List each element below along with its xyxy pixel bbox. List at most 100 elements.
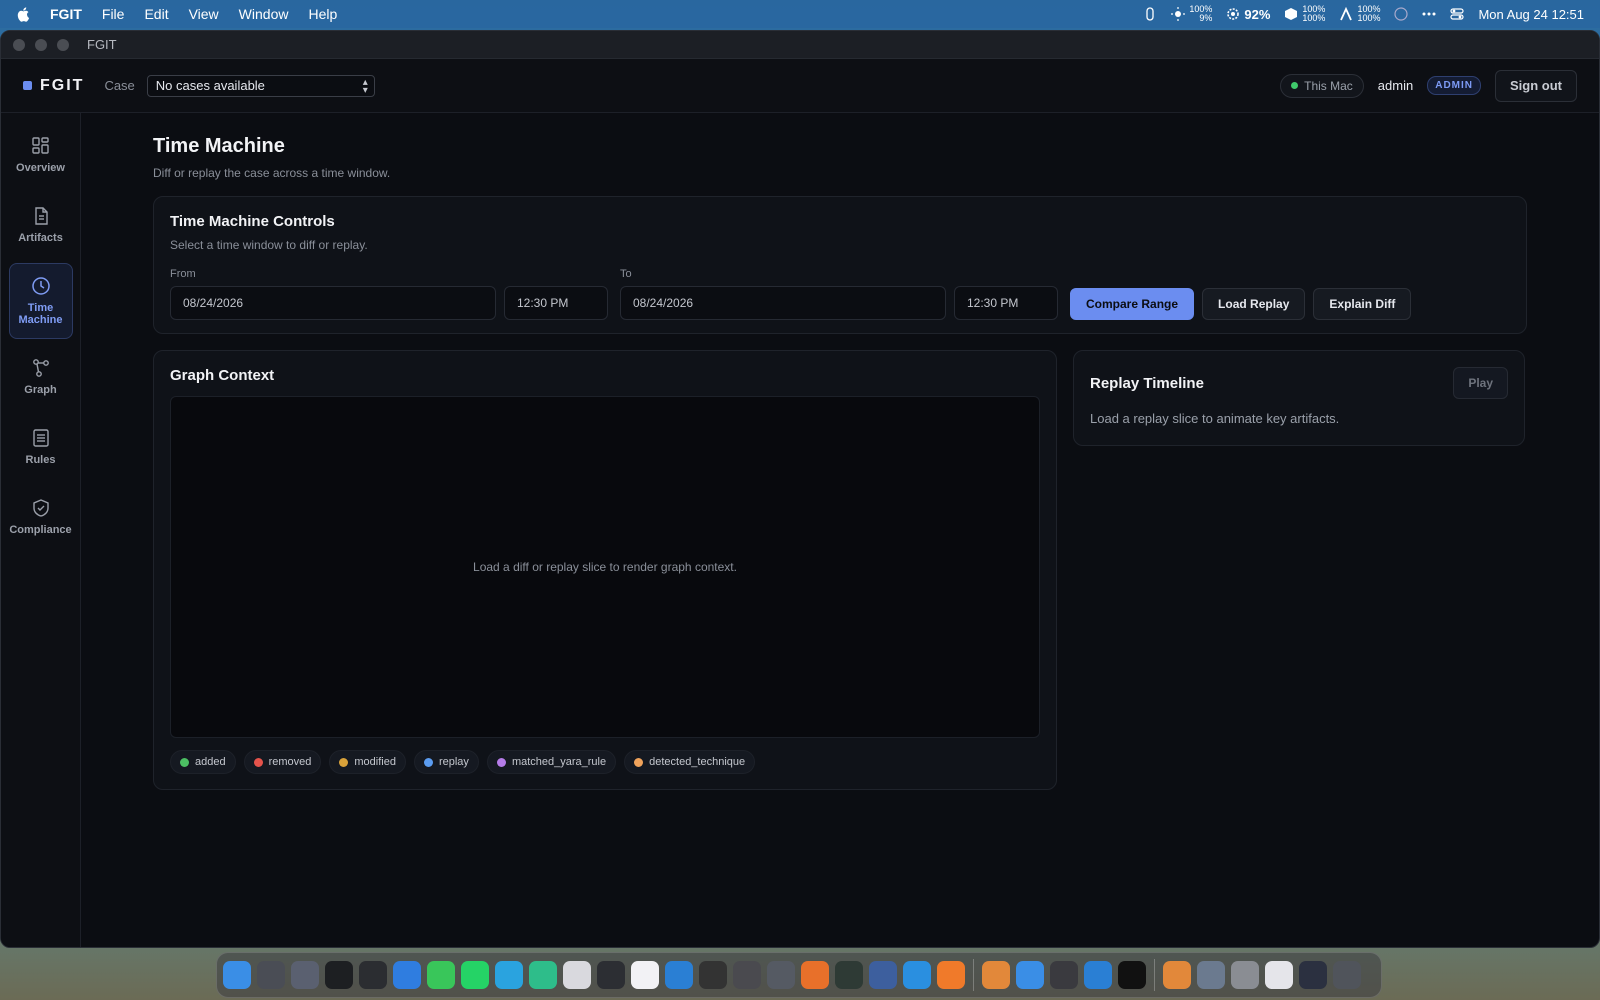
mail-icon[interactable] bbox=[393, 961, 421, 989]
safari-icon[interactable] bbox=[1016, 961, 1044, 989]
editor-icon[interactable] bbox=[699, 961, 727, 989]
text-app-icon[interactable] bbox=[597, 961, 625, 989]
finder-icon[interactable] bbox=[223, 961, 251, 989]
trash-icon[interactable] bbox=[1333, 961, 1361, 989]
to-date-input[interactable]: 08/24/2026 bbox=[620, 286, 946, 320]
status-b-bottom: 100% bbox=[1302, 13, 1326, 23]
photo-folder-icon[interactable] bbox=[1197, 961, 1225, 989]
menu-app-name[interactable]: FGIT bbox=[50, 6, 82, 22]
files-icon[interactable] bbox=[291, 961, 319, 989]
menu-edit[interactable]: Edit bbox=[144, 6, 168, 22]
dock bbox=[216, 952, 1382, 998]
vscode-icon[interactable] bbox=[665, 961, 693, 989]
case-label: Case bbox=[104, 78, 135, 93]
status-group-b[interactable]: 100% 100% bbox=[1284, 5, 1325, 23]
telegram-icon[interactable] bbox=[495, 961, 523, 989]
minimize-window-button[interactable] bbox=[35, 38, 47, 51]
from-date-input[interactable]: 08/24/2026 bbox=[170, 286, 496, 320]
added-dot-icon bbox=[180, 757, 189, 767]
menu-help[interactable]: Help bbox=[308, 6, 337, 22]
sidebar-nav: Overview Artifacts Time Machine Graph Ru… bbox=[1, 113, 81, 947]
audio-app-icon[interactable] bbox=[1163, 961, 1191, 989]
yara-dot-icon bbox=[496, 757, 506, 767]
whatsapp-icon[interactable] bbox=[461, 961, 489, 989]
screenshot-folder-icon[interactable] bbox=[1299, 961, 1327, 989]
from-label: From bbox=[170, 268, 196, 280]
cat-app-icon[interactable] bbox=[835, 961, 863, 989]
paperclip-icon[interactable] bbox=[1143, 7, 1157, 21]
status-group-c[interactable]: 100% 100% bbox=[1339, 5, 1380, 23]
app-header: FGIT Case No cases available ▴ ▾ This Mac… bbox=[1, 59, 1599, 113]
play-button[interactable]: Play bbox=[1453, 367, 1508, 399]
graph-canvas[interactable]: Load a diff or replay slice to render gr… bbox=[170, 396, 1040, 738]
close-window-button[interactable] bbox=[13, 38, 25, 51]
circle-badge-icon[interactable] bbox=[1394, 7, 1409, 21]
case-select[interactable]: No cases available ▴ ▾ bbox=[146, 74, 375, 97]
sidebar-item-overview[interactable]: Overview bbox=[9, 123, 73, 187]
dark-app-icon[interactable] bbox=[1118, 961, 1146, 989]
replay-dot-icon bbox=[423, 757, 433, 767]
zoom-app-icon[interactable] bbox=[1084, 961, 1112, 989]
battery-group[interactable]: 92% bbox=[1226, 7, 1270, 22]
brand-square-icon bbox=[23, 81, 32, 90]
legend-chip-replay: replay bbox=[413, 750, 479, 774]
menu-view[interactable]: View bbox=[189, 6, 219, 22]
apple-icon[interactable] bbox=[16, 6, 32, 22]
firefox-dev-icon[interactable] bbox=[937, 961, 965, 989]
menu-window[interactable]: Window bbox=[239, 6, 289, 22]
arc-icon bbox=[1340, 7, 1353, 21]
sidebar-item-compliance[interactable]: Compliance bbox=[9, 485, 73, 549]
menubar-clock[interactable]: Mon Aug 24 12:51 bbox=[1478, 7, 1584, 22]
controls-subtitle: Select a time window to diff or replay. bbox=[170, 238, 368, 252]
refresh-app-icon[interactable] bbox=[903, 961, 931, 989]
db-app-icon[interactable] bbox=[767, 961, 795, 989]
keyboard-folder-icon[interactable] bbox=[1231, 961, 1259, 989]
control-center-icon[interactable] bbox=[1450, 7, 1465, 21]
camera-app-icon[interactable] bbox=[1050, 961, 1078, 989]
firefox-icon[interactable] bbox=[801, 961, 829, 989]
sync-app-icon[interactable] bbox=[529, 961, 557, 989]
calendar-icon[interactable] bbox=[359, 961, 387, 989]
host-name: This Mac bbox=[1304, 78, 1353, 93]
cube-icon bbox=[1285, 8, 1298, 20]
from-time-input[interactable]: 12:30 PM bbox=[504, 286, 608, 320]
page-title: Time Machine bbox=[153, 135, 285, 157]
launchpad-icon[interactable] bbox=[257, 961, 285, 989]
box-app-icon[interactable] bbox=[733, 961, 761, 989]
legend-label: matched_yara_rule bbox=[511, 756, 607, 768]
document-folder-icon[interactable] bbox=[1265, 961, 1293, 989]
menu-file[interactable]: File bbox=[102, 6, 125, 22]
sun-icon bbox=[1171, 7, 1186, 21]
legend-label: added bbox=[195, 756, 226, 768]
status-group-a[interactable]: 100% 9% bbox=[1171, 5, 1212, 23]
app-window: FGIT FGIT Case No cases available ▴ ▾ Thi… bbox=[0, 30, 1600, 948]
zoom-window-button[interactable] bbox=[57, 38, 69, 51]
compare-range-button[interactable]: Compare Range bbox=[1070, 288, 1195, 320]
sidebar-item-label: Time Machine bbox=[18, 302, 63, 326]
terminal-icon[interactable] bbox=[325, 961, 353, 989]
window-titlebar: FGIT bbox=[1, 31, 1599, 59]
podcast-app-icon[interactable] bbox=[982, 961, 1010, 989]
arc-app-icon[interactable] bbox=[631, 961, 659, 989]
messages-icon[interactable] bbox=[427, 961, 455, 989]
case-select-value: No cases available bbox=[155, 78, 265, 93]
technique-dot-icon bbox=[634, 757, 644, 767]
sign-out-button[interactable]: Sign out bbox=[1495, 69, 1577, 102]
legend-chip-matched-yara-rule: matched_yara_rule bbox=[486, 750, 617, 774]
sidebar-item-artifacts[interactable]: Artifacts bbox=[9, 193, 73, 257]
status-a-bottom: 9% bbox=[1199, 13, 1213, 23]
sidebar-item-rules[interactable]: Rules bbox=[9, 415, 73, 479]
legend-chip-removed: removed bbox=[243, 750, 322, 774]
user-name: admin bbox=[1377, 78, 1414, 93]
dock-separator bbox=[973, 959, 974, 991]
explain-diff-button[interactable]: Explain Diff bbox=[1313, 288, 1412, 320]
more-icon[interactable] bbox=[1422, 7, 1436, 21]
sidebar-item-graph[interactable]: Graph bbox=[9, 345, 73, 409]
cloud-app-icon[interactable] bbox=[563, 961, 591, 989]
sidebar-item-time-machine[interactable]: Time Machine bbox=[8, 263, 73, 339]
graph-context-card: Graph Context Load a diff or replay slic… bbox=[153, 350, 1057, 790]
load-replay-button[interactable]: Load Replay bbox=[1202, 288, 1306, 320]
grid-icon bbox=[31, 137, 49, 154]
to-time-input[interactable]: 12:30 PM bbox=[954, 286, 1058, 320]
home-app-icon[interactable] bbox=[869, 961, 897, 989]
